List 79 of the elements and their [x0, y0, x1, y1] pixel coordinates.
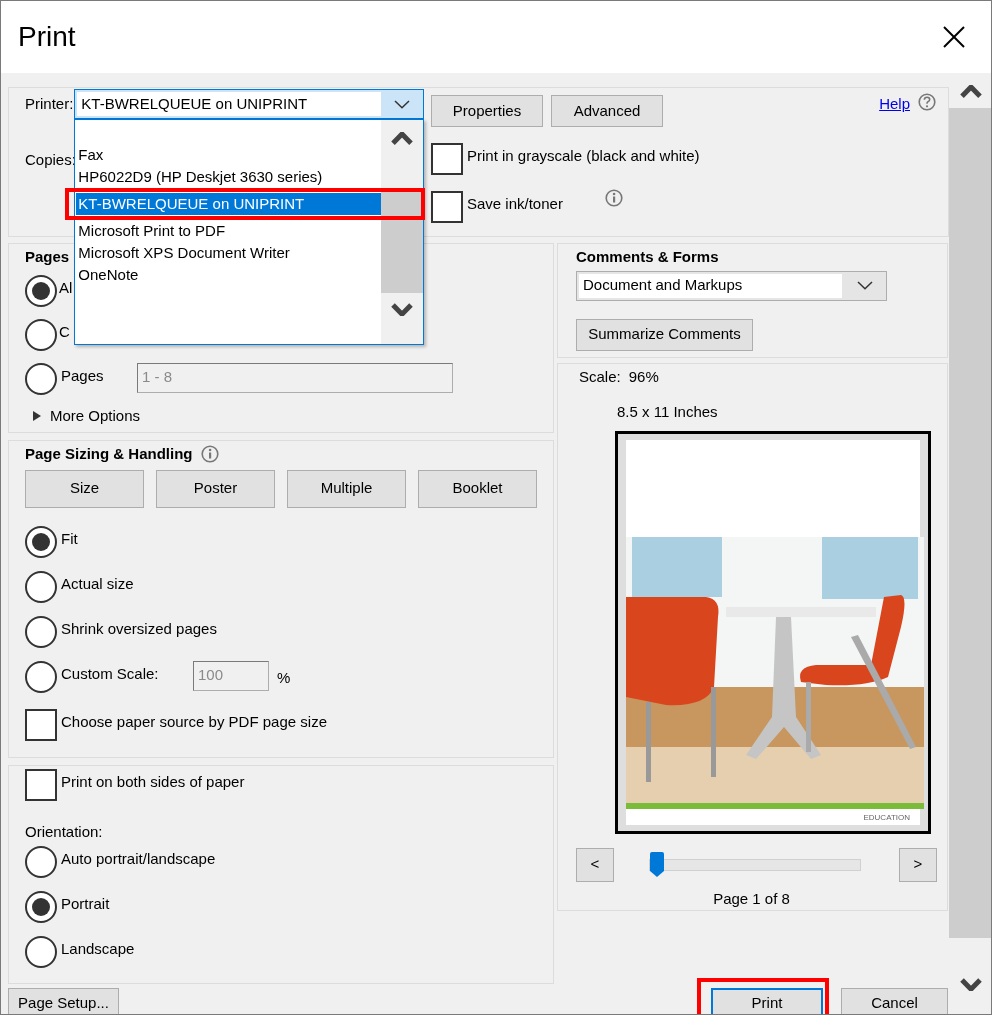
mode-button[interactable]: Booklet — [418, 469, 537, 508]
help-icon[interactable] — [918, 93, 936, 111]
radio-button[interactable] — [25, 525, 57, 558]
checkbox-label: Print in grayscale (black and white) — [467, 146, 700, 166]
checkbox[interactable] — [431, 143, 463, 175]
radio-button[interactable] — [25, 274, 57, 307]
copies-label: Copies: — [25, 150, 73, 170]
scroll-down-icon[interactable] — [959, 978, 982, 992]
paper-size-label: 8.5 x 11 Inches — [617, 401, 719, 422]
radio-label: Actual size — [61, 573, 134, 594]
expand-icon[interactable] — [33, 410, 41, 421]
mode-button[interactable]: Size — [25, 469, 144, 508]
checkbox[interactable] — [25, 769, 57, 801]
radio-button[interactable] — [25, 570, 57, 603]
summarize-comments-button[interactable]: Summarize Comments — [576, 318, 753, 351]
radio-button[interactable] — [25, 845, 57, 878]
scroll-up-icon[interactable] — [391, 132, 414, 146]
checkbox-label: Save ink/toner — [467, 194, 563, 214]
radio-button[interactable] — [25, 935, 57, 968]
radio-label: Custom Scale: — [61, 663, 160, 684]
page-slider[interactable] — [649, 851, 861, 878]
section-heading: Pages — [25, 247, 70, 267]
radio-button[interactable] — [25, 890, 57, 923]
scale-label: Scale: — [579, 367, 621, 387]
orientation-label: Orientation: — [25, 822, 104, 842]
checkbox-label: Print on both sides of paper — [61, 772, 245, 792]
scale-value: 96% — [628, 367, 659, 387]
radio-label: Pages — [61, 365, 105, 386]
printer-option[interactable]: KT-BWRELQUEUE on UNIPRINT — [76, 193, 382, 215]
more-options-toggle[interactable]: More Options — [50, 404, 141, 427]
radio-label: C — [59, 321, 70, 342]
radio-label: Al — [59, 277, 73, 298]
radio-button[interactable] — [25, 615, 57, 648]
header-button[interactable]: Properties — [431, 95, 543, 127]
printer-option[interactable]: OneNote — [76, 264, 382, 286]
checkbox[interactable] — [25, 708, 57, 741]
printer-option[interactable]: Fax — [76, 144, 382, 166]
mode-button[interactable]: Multiple — [287, 469, 406, 508]
section-heading: Page Sizing & Handling — [25, 444, 193, 464]
section-heading: Comments & Forms — [576, 247, 720, 267]
chevron-down-icon[interactable] — [393, 98, 412, 110]
page-number-label: Page 1 of 8 — [712, 888, 791, 909]
scroll-down-icon[interactable] — [391, 303, 414, 317]
scrollbar-thumb[interactable] — [381, 189, 424, 294]
header-button[interactable]: Advanced — [551, 95, 663, 127]
previous-page-button[interactable]: < — [576, 847, 614, 882]
mode-button[interactable]: Poster — [156, 469, 275, 508]
page-footer-text: EDUCATION — [863, 812, 910, 824]
next-page-button[interactable]: > — [899, 847, 937, 882]
printer-option[interactable]: Microsoft Print to PDF — [76, 220, 382, 242]
window-title: Print — [18, 20, 76, 54]
radio-label: Fit — [61, 528, 78, 549]
selected-printer: KT-BWRELQUEUE on UNIPRINT — [81, 93, 308, 114]
info-icon — [200, 445, 219, 464]
printer-label: Printer: — [25, 93, 74, 114]
radio-label: Landscape — [61, 938, 135, 959]
printer-dropdown[interactable]: KT-BWRELQUEUE on UNIPRINT — [74, 89, 425, 119]
comments-dropdown[interactable]: Document and Markups — [576, 270, 887, 301]
radio-button[interactable] — [25, 318, 57, 351]
printer-option[interactable]: HP6022D9 (HP Deskjet 3630 series) — [76, 166, 382, 188]
radio-label: Auto portrait/landscape — [61, 848, 216, 869]
chevron-down-icon[interactable] — [856, 280, 874, 291]
radio-label: Shrink oversized pages — [61, 618, 217, 639]
slider-thumb[interactable] — [649, 851, 665, 877]
unit-label: % — [277, 667, 291, 688]
close-icon[interactable] — [943, 26, 965, 48]
printer-option[interactable]: Microsoft XPS Document Writer — [76, 242, 382, 264]
dropdown-value: Document and Markups — [583, 275, 743, 296]
radio-button[interactable] — [25, 660, 57, 693]
dialog-button[interactable]: Print — [711, 988, 823, 1014]
checkbox-label: Choose paper source by PDF page size — [61, 711, 327, 732]
scrollbar-thumb[interactable] — [949, 108, 991, 939]
checkbox[interactable] — [431, 191, 463, 223]
scroll-up-icon[interactable] — [959, 85, 982, 99]
dialog-button[interactable]: Cancel — [841, 988, 948, 1014]
radio-button[interactable] — [25, 362, 57, 395]
dialog-button[interactable]: Page Setup... — [8, 988, 119, 1014]
help-link[interactable]: Help — [879, 93, 910, 116]
radio-label: Portrait — [61, 893, 110, 914]
